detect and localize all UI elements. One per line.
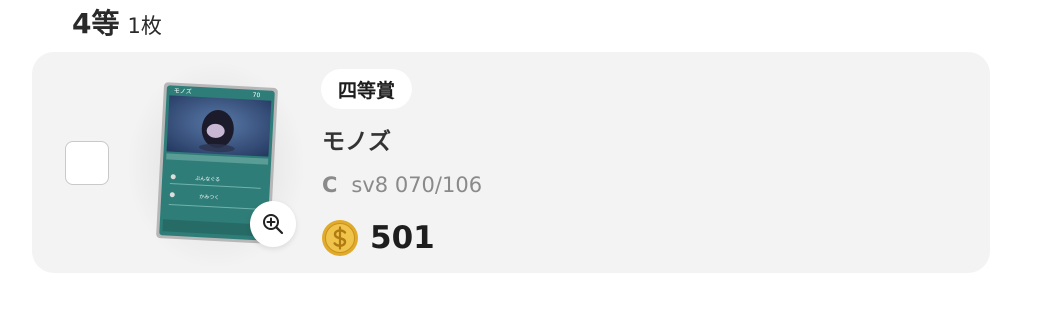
section-header: 4等 1枚 — [72, 2, 162, 42]
card-art-hp: 70 — [252, 92, 260, 99]
card-art-attack2: かみつく — [199, 193, 219, 201]
zoom-button[interactable] — [250, 201, 296, 247]
set-number: sv8 070/106 — [351, 173, 483, 197]
tier-count: 1枚 — [127, 14, 162, 38]
tier-title: 4等 — [72, 7, 120, 40]
coin-icon — [322, 220, 358, 256]
point-value: 501 — [370, 220, 435, 256]
card-art-name: モノズ — [174, 87, 192, 96]
zoom-in-icon — [263, 214, 284, 235]
card-meta: C sv8 070/106 — [322, 173, 482, 197]
card-art-attack1: ぶんなぐる — [195, 175, 220, 183]
select-checkbox[interactable] — [65, 141, 109, 185]
rarity-label: C — [322, 173, 338, 197]
rank-badge: 四等賞 — [321, 69, 413, 109]
prize-card-row[interactable]: モノズ 70 ぶんなぐる かみつく 四等賞 モノズ C sv8 070/106 — [32, 52, 990, 273]
card-name: モノズ — [322, 129, 391, 155]
